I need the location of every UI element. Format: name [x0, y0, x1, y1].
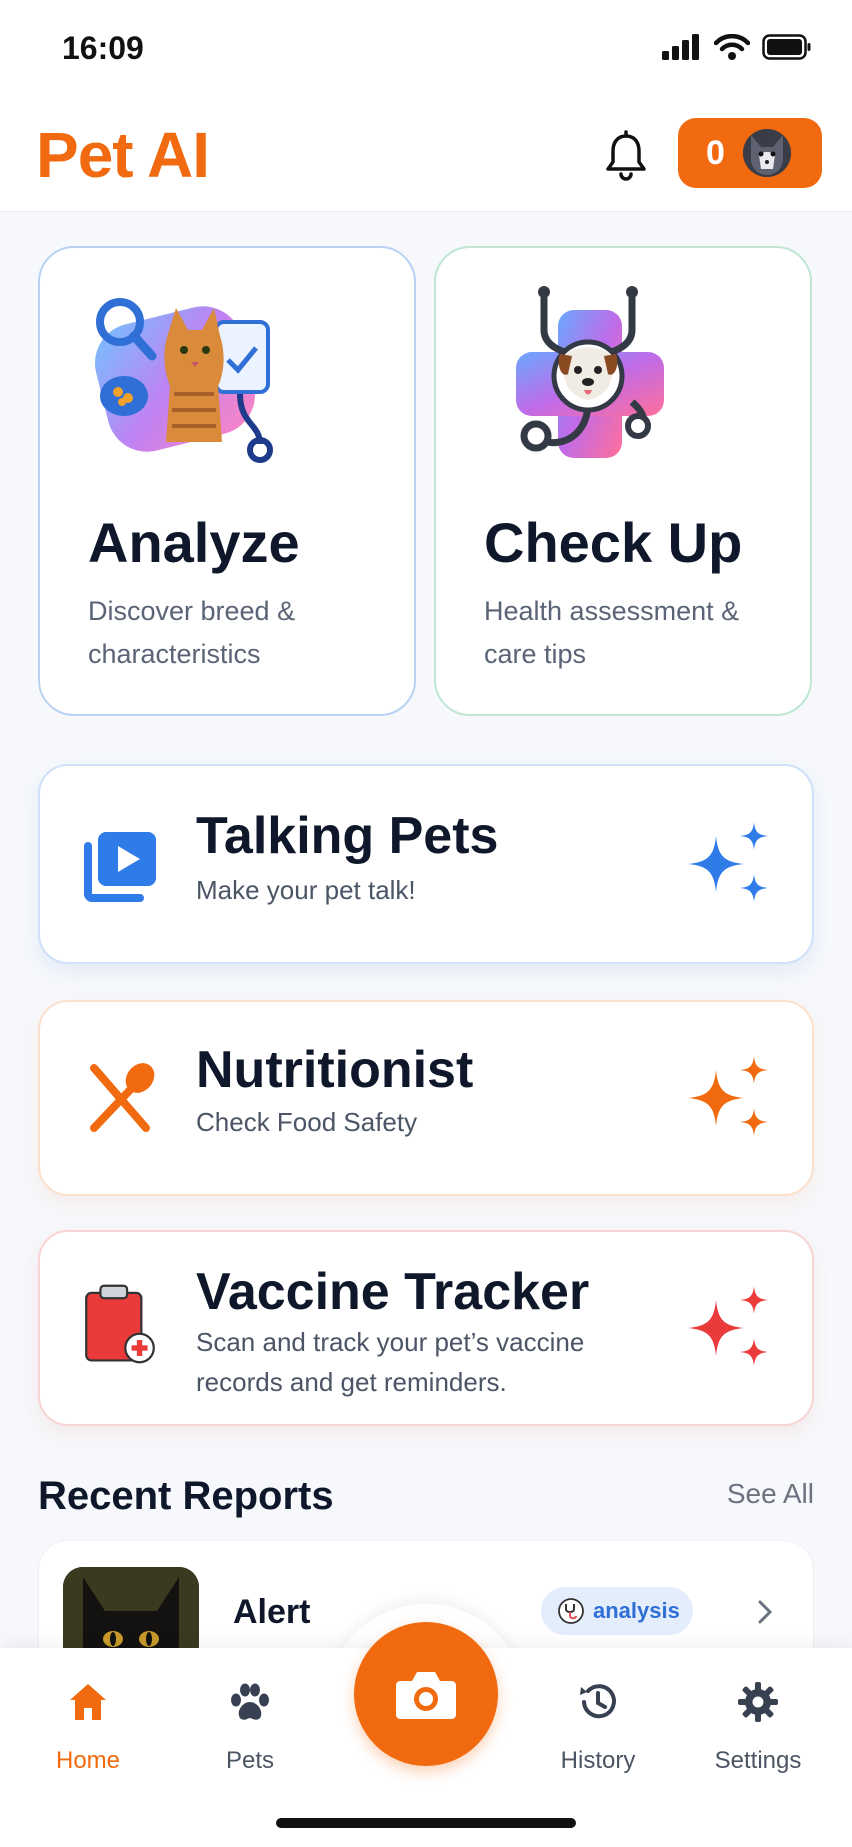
camera-button[interactable] [354, 1622, 498, 1766]
nav-pets[interactable]: Pets [180, 1680, 320, 1775]
medical-clipboard-icon [85, 1284, 155, 1364]
video-play-icon [84, 832, 156, 902]
nav-settings-label: Settings [714, 1747, 802, 1774]
report-type-badge: analysis [541, 1587, 693, 1635]
nav-history-label: History [560, 1747, 636, 1774]
paw-icon [231, 1683, 269, 1720]
analyze-description: Discover breed & characteristics [88, 596, 296, 669]
talking-pets-description: Make your pet talk! [196, 875, 416, 905]
checkup-illustration-icon [516, 286, 664, 458]
app-title: Pet AI [36, 119, 210, 191]
home-icon [70, 1684, 106, 1720]
report-title: Alert [233, 1593, 311, 1631]
analyze-card[interactable]: Analyze Discover breed & characteristics [38, 246, 416, 716]
nav-history[interactable]: History [528, 1680, 668, 1775]
nutritionist-card[interactable]: Nutritionist Check Food Safety [38, 1000, 814, 1196]
status-icons [662, 34, 812, 60]
notification-bell-icon[interactable] [602, 130, 650, 182]
coin-balance-button[interactable]: 0 [678, 118, 822, 188]
battery-icon [762, 34, 811, 60]
stethoscope-icon [558, 1598, 584, 1624]
utensils-icon [90, 1063, 155, 1132]
analyze-illustration-icon [94, 298, 273, 463]
status-bar: 16:09 [0, 0, 852, 100]
sparkle-icon [688, 822, 768, 902]
camera-icon [396, 1672, 456, 1719]
sparkle-icon [688, 1286, 768, 1366]
nav-settings[interactable]: Settings [688, 1680, 828, 1775]
report-badge-label: analysis [593, 1598, 680, 1623]
vaccine-tracker-card[interactable]: Vaccine Tracker Scan and track your pet’… [38, 1230, 814, 1426]
checkup-description: Health assessment & care tips [484, 596, 740, 669]
vaccine-tracker-title: Vaccine Tracker [196, 1263, 590, 1321]
see-all-link[interactable]: See All [727, 1478, 814, 1510]
history-icon [580, 1684, 616, 1719]
nav-home[interactable]: Home [18, 1680, 158, 1775]
talking-pets-title: Talking Pets [196, 807, 499, 865]
checkup-title: Check Up [484, 511, 743, 574]
talking-pets-card[interactable]: Talking Pets Make your pet talk! [38, 764, 814, 964]
gear-icon [738, 1682, 778, 1722]
nutritionist-title: Nutritionist [196, 1041, 474, 1099]
nav-pets-label: Pets [225, 1747, 275, 1774]
nutritionist-description: Check Food Safety [196, 1107, 418, 1137]
cellular-signal-icon [662, 34, 699, 60]
recent-reports-heading: Recent Reports [38, 1474, 334, 1518]
nav-home-label: Home [55, 1747, 121, 1774]
coin-count: 0 [706, 133, 725, 172]
status-time: 16:09 [62, 30, 144, 66]
analyze-title: Analyze [88, 511, 300, 574]
profile-avatar [742, 129, 791, 177]
sparkle-icon [688, 1056, 768, 1136]
vaccine-tracker-description: Scan and track your pet’s vaccine record… [196, 1327, 585, 1397]
app-header: Pet AI 0 [0, 100, 852, 212]
wifi-icon [714, 34, 750, 60]
checkup-card[interactable]: Check Up Health assessment & care tips [434, 246, 812, 716]
home-indicator [276, 1818, 576, 1828]
chevron-right-icon[interactable] [755, 1597, 775, 1627]
